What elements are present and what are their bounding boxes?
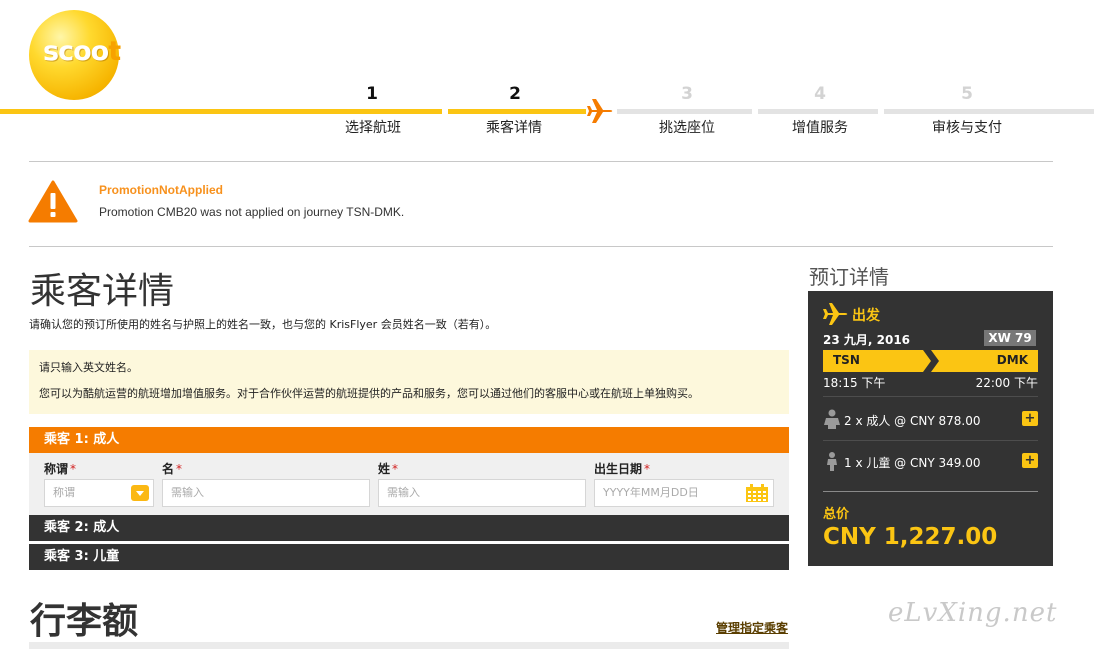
total-price: CNY 1,227.00 (823, 524, 998, 550)
child-expand-button[interactable]: + (1022, 453, 1038, 468)
route-bar: TSN DMK (823, 350, 1038, 372)
notice-line-1: 请只输入英文姓名。 (39, 361, 138, 374)
step-2-number: 2 (509, 84, 521, 104)
progress-todo-5 (884, 109, 1094, 114)
passenger-1-form: 称谓 * 名 * 姓 * 出生日期 * 称谓 需输入 需输入 YYYY年MM月DD日 (29, 453, 789, 515)
adult-icon (824, 409, 840, 429)
calendar-icon[interactable] (745, 484, 769, 503)
adult-fare-row: 2 x 成人 @ CNY 878.00 + (823, 409, 1038, 429)
summary-divider-3 (823, 491, 1038, 492)
progress-done-2 (448, 109, 586, 114)
step-1-number: 1 (366, 84, 378, 104)
route-arrow-icon (923, 350, 939, 372)
adult-fare-text: 2 x 成人 @ CNY 878.00 (844, 414, 981, 428)
last-name-label: 姓 * (378, 462, 399, 476)
notice-line-2: 您可以为酷航运营的航班增加增值服务。对于合作伙伴运营的航班提供的产品和服务，您可… (39, 387, 699, 400)
passenger-1-header[interactable]: 乘客 1: 成人 (29, 427, 789, 453)
summary-divider-2 (823, 440, 1038, 441)
watermark: eLvXing.net (888, 598, 1058, 628)
progress-todo-3 (617, 109, 752, 114)
first-name-label: 名 * (162, 462, 183, 476)
total-label: 总价 (823, 507, 850, 522)
booking-summary: 出发 23 九月, 2016 XW 79 TSN DMK 18:15 下午 22… (808, 291, 1053, 566)
booking-summary-title: 预订详情 (809, 265, 889, 289)
step-4-label: 增值服务 (792, 120, 848, 136)
child-fare-text: 1 x 儿童 @ CNY 349.00 (844, 456, 981, 470)
notice-box: 请只输入英文姓名。 您可以为酷航运营的航班增加增值服务。对于合作伙伴运营的航班提… (29, 350, 789, 414)
baggage-strip (29, 642, 789, 649)
passenger-3-header[interactable]: 乘客 3: 儿童 (29, 544, 789, 570)
scoot-logo[interactable]: scoot (29, 10, 133, 100)
title-select-value: 称谓 (53, 486, 75, 499)
logo-text: scoot (43, 36, 121, 67)
departure-date: 23 九月, 2016 (823, 333, 911, 347)
baggage-title: 行李额 (30, 600, 139, 642)
adult-expand-button[interactable]: + (1022, 411, 1038, 426)
divider-top (29, 161, 1053, 162)
alert-title: PromotionNotApplied (99, 183, 223, 197)
departure-time: 18:15 下午 (823, 376, 886, 390)
passenger-2-header[interactable]: 乘客 2: 成人 (29, 515, 789, 541)
dob-label: 出生日期 * (594, 462, 651, 476)
first-name-input[interactable]: 需输入 (162, 479, 370, 507)
page-title: 乘客详情 (30, 271, 175, 312)
divider-mid (29, 246, 1053, 247)
progress-todo-4 (758, 109, 878, 114)
step-3-number: 3 (681, 84, 693, 104)
step-4-number: 4 (814, 84, 826, 104)
step-2-label: 乘客详情 (486, 120, 542, 136)
child-icon (827, 452, 837, 471)
dob-input-placeholder: YYYY年MM月DD日 (603, 486, 699, 499)
destination-code: DMK (996, 353, 1028, 367)
progress-done-1 (0, 109, 442, 114)
page-subtitle: 请确认您的预订所使用的姓名与护照上的姓名一致，也与您的 KrisFlyer 会员… (29, 318, 497, 331)
chevron-down-icon[interactable] (131, 485, 149, 501)
step-3-label: 挑选座位 (659, 120, 715, 136)
step-1-label[interactable]: 选择航班 (313, 117, 433, 137)
alert-message: Promotion CMB20 was not applied on journ… (99, 205, 405, 219)
title-label: 称谓 * (44, 462, 77, 476)
origin-code: TSN (833, 353, 860, 367)
progress-plane-icon (587, 99, 613, 123)
last-name-input[interactable]: 需输入 (378, 479, 586, 507)
manage-passengers-link[interactable]: 管理指定乘客 (716, 619, 788, 636)
flight-number-badge: XW 79 (984, 330, 1036, 346)
arrival-time: 22:00 下午 (975, 376, 1038, 390)
warning-icon (28, 180, 78, 223)
step-5-label: 审核与支付 (932, 120, 1002, 136)
departure-label: 出发 (852, 308, 880, 324)
dob-input[interactable]: YYYY年MM月DD日 (594, 479, 774, 507)
title-select[interactable]: 称谓 (44, 479, 154, 507)
departure-plane-icon (823, 303, 848, 325)
child-fare-row: 1 x 儿童 @ CNY 349.00 + (823, 451, 1038, 471)
step-5-number: 5 (961, 84, 973, 104)
summary-divider-1 (823, 396, 1038, 397)
